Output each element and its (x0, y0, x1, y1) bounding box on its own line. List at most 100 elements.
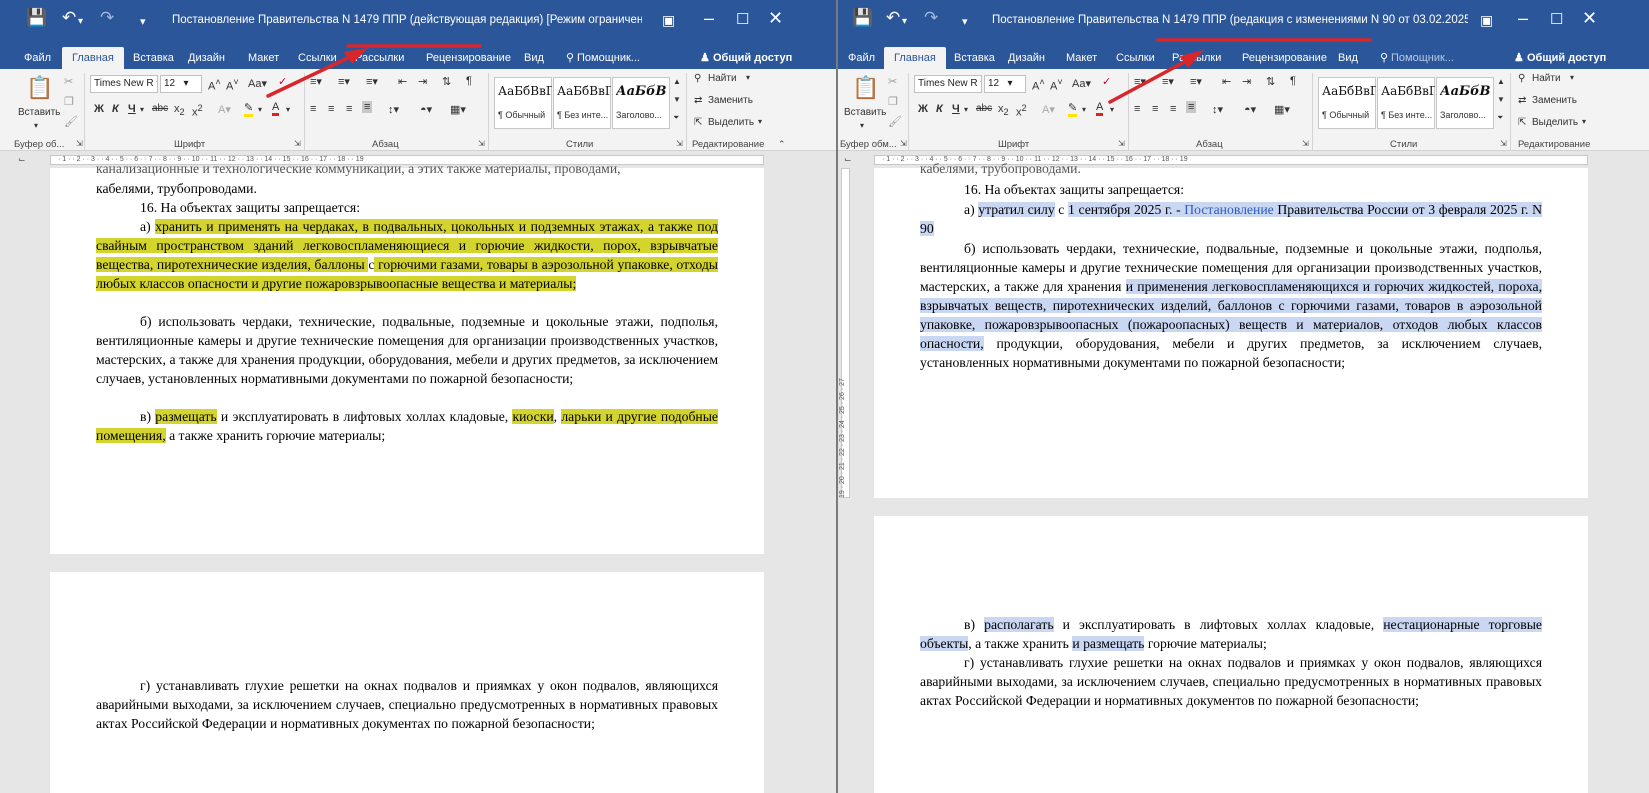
font-color-icon[interactable]: A (1096, 101, 1104, 116)
tell-me-search[interactable]: Помощник... (577, 47, 640, 69)
justify-icon[interactable]: ≡ (362, 101, 373, 113)
select-dropdown-icon[interactable]: ▾ (1582, 117, 1586, 126)
find-dropdown-icon[interactable]: ▾ (746, 73, 750, 82)
select-dropdown-icon[interactable]: ▾ (758, 117, 762, 126)
paste-dropdown-icon[interactable]: ▾ (860, 121, 864, 130)
align-right-icon[interactable]: ≡ (1170, 103, 1176, 115)
select-icon[interactable]: ⇱ (694, 117, 702, 128)
document-page[interactable]: канализационные и технологические коммун… (50, 161, 764, 554)
paragraph-launcher-icon[interactable]: ⇲ (478, 139, 485, 148)
superscript-icon[interactable]: x2 (1016, 103, 1027, 119)
maximize-icon[interactable]: ☐ (1550, 10, 1563, 28)
tab-mailings[interactable]: Рассылки (355, 47, 404, 69)
select-button[interactable]: Выделить (1532, 117, 1578, 128)
underline-icon[interactable]: Ч (128, 103, 136, 115)
tab-mailings[interactable]: Рассылки (1172, 47, 1221, 69)
search-icon[interactable]: ⚲ (1518, 73, 1525, 84)
format-painter-icon[interactable]: 🖌 (64, 115, 78, 128)
show-marks-icon[interactable]: ¶ (466, 75, 472, 87)
numbering-icon[interactable]: ≡▾ (1162, 75, 1174, 88)
align-center-icon[interactable]: ≡ (328, 103, 334, 115)
paste-icon[interactable]: 📋 (852, 75, 879, 101)
strikethrough-icon[interactable]: abc (976, 103, 992, 114)
underline-dropdown-icon[interactable]: ▾ (964, 105, 968, 114)
show-marks-icon[interactable]: ¶ (1290, 75, 1296, 87)
style-normal[interactable]: АаБбВвГ ¶ Обычный (494, 77, 552, 129)
tab-file[interactable]: Файл (848, 47, 875, 69)
redo-icon[interactable]: ↷ (924, 8, 938, 28)
find-button[interactable]: Найти (1532, 73, 1561, 84)
font-size-box[interactable]: 12 ▾ (984, 75, 1026, 93)
style-normal[interactable]: АаБбВвГ ¶ Обычный (1318, 77, 1376, 129)
format-painter-icon[interactable]: 🖌 (888, 115, 902, 128)
sort-icon[interactable]: ⇅ (442, 75, 451, 88)
justify-icon[interactable]: ≡ (1186, 101, 1197, 113)
paste-icon[interactable]: 📋 (26, 75, 53, 101)
copy-icon[interactable]: ❐ (888, 95, 898, 108)
cut-icon[interactable]: ✂ (64, 75, 73, 88)
document-link[interactable]: Постановление (1184, 202, 1274, 217)
shading-icon[interactable]: ◓▾ (1244, 103, 1256, 116)
select-icon[interactable]: ⇱ (1518, 117, 1526, 128)
underline-dropdown-icon[interactable]: ▾ (140, 105, 144, 114)
increase-indent-icon[interactable]: ⇥ (418, 75, 427, 88)
highlight-color-icon[interactable]: ✎ (1068, 101, 1078, 117)
font-name-box[interactable]: Times New R ▾ (90, 75, 158, 93)
tab-references[interactable]: Ссылки (1116, 47, 1155, 69)
font-launcher-icon[interactable]: ⇲ (294, 139, 301, 148)
paste-button[interactable]: Вставить (18, 107, 60, 118)
clear-formatting-icon[interactable]: ✓ (1102, 75, 1111, 88)
bullets-icon[interactable]: ≡▾ (1134, 75, 1146, 88)
styles-launcher-icon[interactable]: ⇲ (676, 139, 683, 148)
undo-icon[interactable]: ↶ (62, 8, 76, 28)
style-heading[interactable]: АаБбВ Заголово... (1436, 77, 1494, 129)
ribbon-display-options-icon[interactable]: ▣ (662, 12, 675, 29)
decrease-indent-icon[interactable]: ⇤ (398, 75, 407, 88)
tab-layout[interactable]: Макет (1066, 47, 1097, 69)
text-effects-icon[interactable]: A▾ (218, 103, 231, 116)
change-case-icon[interactable]: Aa▾ (1072, 77, 1091, 90)
bold-icon[interactable]: Ж (918, 103, 928, 115)
clear-formatting-icon[interactable]: ✓ (278, 75, 287, 88)
replace-icon[interactable]: ⇄ (694, 95, 702, 106)
share-button[interactable]: Общий доступ (713, 47, 792, 69)
line-spacing-icon[interactable]: ↕▾ (388, 103, 399, 116)
strikethrough-icon[interactable]: abc (152, 103, 168, 114)
replace-button[interactable]: Заменить (708, 95, 753, 106)
styles-launcher-icon[interactable]: ⇲ (1500, 139, 1507, 148)
font-color-dropdown-icon[interactable]: ▾ (286, 105, 290, 114)
minimize-icon[interactable]: – (704, 8, 714, 29)
close-icon[interactable]: ✕ (1582, 8, 1597, 29)
paste-button[interactable]: Вставить (844, 107, 886, 118)
line-spacing-icon[interactable]: ↕▾ (1212, 103, 1223, 116)
maximize-icon[interactable]: ☐ (736, 10, 749, 28)
paragraph-launcher-icon[interactable]: ⇲ (1302, 139, 1309, 148)
borders-icon[interactable]: ▦▾ (450, 103, 466, 116)
collapse-ribbon-icon[interactable]: ⌃ (778, 139, 786, 150)
font-name-box[interactable]: Times New R ▾ (914, 75, 982, 93)
align-center-icon[interactable]: ≡ (1152, 103, 1158, 115)
style-no-spacing[interactable]: АаБбВвГ ¶ Без инте... (553, 77, 611, 129)
align-right-icon[interactable]: ≡ (346, 103, 352, 115)
italic-icon[interactable]: К (936, 103, 943, 115)
undo-dropdown-icon[interactable]: ▾ (78, 12, 83, 32)
style-no-spacing[interactable]: АаБбВвГ ¶ Без инте... (1377, 77, 1435, 129)
shrink-font-icon[interactable]: A˅ (226, 77, 239, 93)
copy-icon[interactable]: ❐ (64, 95, 74, 108)
bullets-icon[interactable]: ≡▾ (310, 75, 322, 88)
tab-view[interactable]: Вид (524, 47, 544, 69)
tab-design[interactable]: Дизайн (188, 47, 225, 69)
align-left-icon[interactable]: ≡ (1134, 103, 1140, 115)
replace-icon[interactable]: ⇄ (1518, 95, 1526, 106)
increase-indent-icon[interactable]: ⇥ (1242, 75, 1251, 88)
clipboard-launcher-icon[interactable]: ⇲ (76, 139, 83, 148)
decrease-indent-icon[interactable]: ⇤ (1222, 75, 1231, 88)
tab-view[interactable]: Вид (1338, 47, 1358, 69)
undo-icon[interactable]: ↶ (886, 8, 900, 28)
tab-home[interactable]: Главная (62, 47, 124, 69)
styles-more-icon[interactable]: ⏷ (1497, 113, 1503, 123)
change-case-icon[interactable]: Aa▾ (248, 77, 267, 90)
undo-dropdown-icon[interactable]: ▾ (902, 12, 907, 32)
font-size-box[interactable]: 12 ▾ (160, 75, 202, 93)
document-page[interactable]: кабелями, трубопроводами. 16. На объекта… (874, 161, 1588, 498)
